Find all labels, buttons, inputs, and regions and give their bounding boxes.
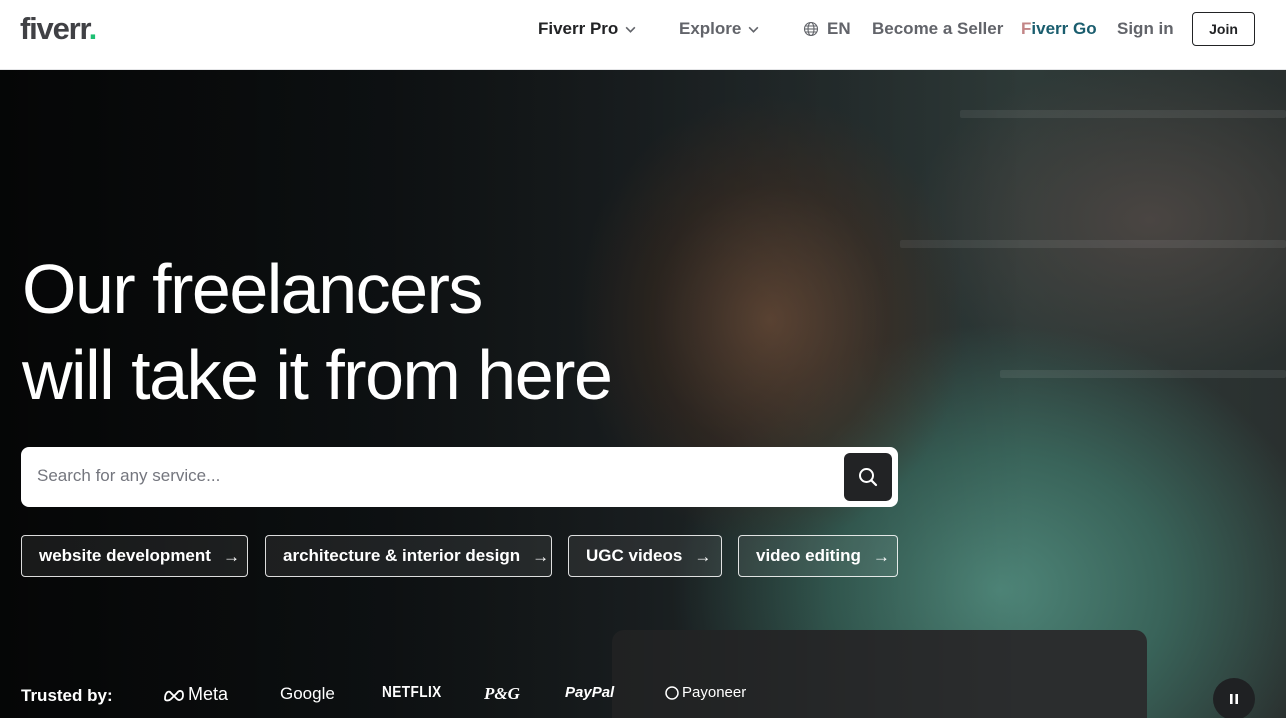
payoneer-ring-icon	[665, 685, 679, 700]
headline-line-1: Our freelancers	[22, 250, 483, 328]
nav-become-seller-label: Become a Seller	[872, 19, 1004, 38]
search-icon	[859, 468, 878, 487]
fiverr-go-rest: iverr Go	[1031, 19, 1097, 38]
nav-sign-in-label: Sign in	[1117, 19, 1174, 38]
video-pause-button[interactable]	[1213, 678, 1255, 718]
nav-sign-in[interactable]: Sign in	[1117, 18, 1174, 40]
nav-explore-label: Explore	[679, 19, 742, 38]
nav-explore[interactable]: Explore	[679, 18, 760, 40]
nav-language[interactable]: EN	[803, 18, 851, 40]
chevron-down-icon	[748, 26, 759, 33]
hero-headline: Our freelancers will take it from here	[22, 246, 782, 418]
chip-label: website development	[39, 546, 211, 565]
join-button[interactable]: Join	[1192, 12, 1255, 46]
fiverr-logo[interactable]: fiverr.	[20, 11, 98, 46]
headline-line-2: will take it from here	[22, 336, 613, 414]
brand-pg-text: P&G	[484, 684, 520, 703]
brand-paypal: PayPal	[565, 684, 614, 701]
chip-video-editing[interactable]: video editing →	[738, 535, 898, 577]
brand-netflix: NETFLIX	[382, 684, 442, 702]
brand-pg: P&G	[484, 684, 520, 704]
arrow-right-icon: →	[694, 546, 712, 566]
arrow-right-icon: →	[532, 546, 550, 566]
arrow-right-icon: →	[872, 546, 890, 566]
nav-become-seller[interactable]: Become a Seller	[872, 18, 1003, 40]
brand-meta-text: Meta	[188, 684, 229, 704]
pause-icon	[1230, 694, 1238, 704]
chip-architecture-interior-design[interactable]: architecture & interior design →	[265, 535, 552, 577]
chevron-down-icon	[625, 26, 636, 33]
brand-meta: Meta	[163, 684, 228, 705]
search-input[interactable]	[37, 461, 837, 491]
nav-fiverr-pro-label: Fiverr Pro	[538, 19, 619, 38]
chip-label: video editing	[756, 546, 861, 565]
search-bar	[21, 447, 898, 507]
search-button[interactable]	[844, 453, 892, 501]
nav-fiverr-pro[interactable]: Fiverr Pro	[538, 18, 637, 40]
chip-ugc-videos[interactable]: UGC videos →	[568, 535, 722, 577]
top-header: fiverr. Fiverr Pro Explore EN Become a S…	[0, 0, 1286, 70]
logo-dot: .	[88, 11, 98, 46]
chip-label: UGC videos	[586, 546, 683, 565]
brand-google-text: Google	[280, 684, 335, 703]
chip-website-development[interactable]: website development →	[21, 535, 248, 577]
brand-paypal-text: PayPal	[565, 684, 615, 701]
brand-google: Google	[280, 684, 335, 704]
nav-language-label: EN	[827, 19, 851, 38]
nav-fiverr-go[interactable]: Fiverr Go	[1021, 18, 1097, 40]
globe-icon	[803, 21, 819, 37]
meta-logo-icon	[164, 689, 184, 701]
brand-payoneer-text: Payoneer	[682, 684, 747, 701]
logo-text: fiverr	[20, 11, 90, 46]
arrow-right-icon: →	[222, 546, 240, 566]
fiverr-go-first-letter: F	[1021, 19, 1032, 38]
hero-banner: Our freelancers will take it from here w…	[0, 70, 1286, 718]
brand-payoneer: Payoneer	[664, 684, 746, 701]
trusted-by-label: Trusted by:	[21, 686, 113, 705]
brand-netflix-text: NETFLIX	[382, 684, 442, 701]
chip-label: architecture & interior design	[283, 546, 521, 565]
